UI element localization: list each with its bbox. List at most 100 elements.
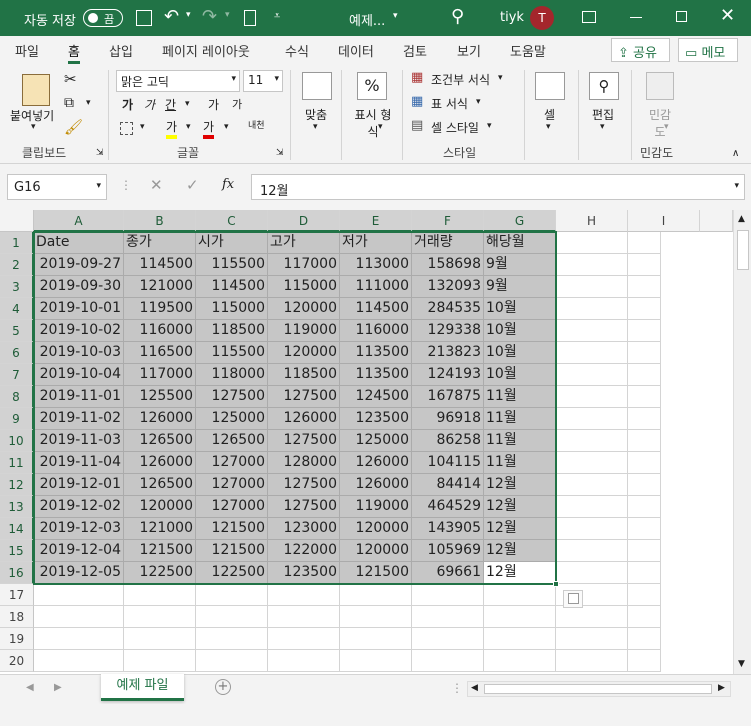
file-name[interactable]: 예제...	[349, 10, 385, 29]
table-cell[interactable]	[412, 606, 484, 628]
table-cell[interactable]: 121500	[196, 518, 268, 540]
tab-file[interactable]: 파일	[15, 41, 39, 60]
cells-icon[interactable]	[535, 72, 565, 100]
shrink-font-button[interactable]: 가	[232, 96, 242, 112]
avatar[interactable]: T	[530, 6, 554, 30]
font-color-button[interactable]: 가	[203, 118, 215, 139]
row-header[interactable]: 11	[0, 452, 34, 474]
font-name-select[interactable]: 맑은 고딕 ▾	[116, 70, 240, 92]
autosave-toggle[interactable]: 끔	[83, 9, 123, 27]
table-cell[interactable]: 84414	[412, 474, 484, 496]
table-cell[interactable]: 거래량	[412, 232, 484, 254]
save-icon[interactable]	[136, 10, 152, 26]
cut-icon[interactable]: ✂	[64, 70, 77, 88]
table-cell[interactable]: 2019-12-03	[34, 518, 124, 540]
table-cell[interactable]: 121500	[196, 540, 268, 562]
table-cell[interactable]: 115000	[196, 298, 268, 320]
tab-help[interactable]: 도움말	[510, 41, 546, 60]
table-cell[interactable]: 2019-11-02	[34, 408, 124, 430]
borders-icon[interactable]	[120, 122, 133, 135]
table-cell[interactable]: 167875	[412, 386, 484, 408]
row-header[interactable]: 4	[0, 298, 34, 320]
row-header[interactable]: 8	[0, 386, 34, 408]
table-cell[interactable]: 121500	[340, 562, 412, 584]
table-cell[interactable]: 117000	[124, 364, 196, 386]
fill-color-button[interactable]: 가	[166, 118, 178, 139]
table-cell[interactable]: 96918	[412, 408, 484, 430]
table-cell[interactable]	[628, 628, 661, 650]
table-cell[interactable]	[628, 474, 661, 496]
customize-qat-icon[interactable]: ⩡	[274, 9, 280, 23]
table-cell[interactable]	[556, 474, 628, 496]
table-cell[interactable]: 118500	[268, 364, 340, 386]
table-cell[interactable]: 121500	[124, 540, 196, 562]
table-cell[interactable]	[628, 342, 661, 364]
table-cell[interactable]: 117000	[268, 254, 340, 276]
column-header[interactable]	[700, 210, 733, 232]
table-cell[interactable]: 2019-12-05	[34, 562, 124, 584]
table-cell[interactable]: 123500	[268, 562, 340, 584]
table-cell[interactable]	[556, 650, 628, 672]
table-cell[interactable]	[556, 452, 628, 474]
table-cell[interactable]: 127500	[196, 386, 268, 408]
table-cell[interactable]: 132093	[412, 276, 484, 298]
row-header[interactable]: 15	[0, 540, 34, 562]
cell-style-button[interactable]: 셀 스타일	[431, 119, 479, 136]
sensitivity-button[interactable]: 민감도	[647, 106, 673, 140]
table-cell[interactable]: 127500	[268, 386, 340, 408]
table-cell[interactable]: 125000	[196, 408, 268, 430]
table-cell[interactable]	[268, 606, 340, 628]
table-cell[interactable]: 9월	[484, 276, 556, 298]
table-cell[interactable]	[556, 254, 628, 276]
table-cell[interactable]	[628, 408, 661, 430]
table-cell[interactable]: 120000	[340, 540, 412, 562]
table-cell[interactable]	[412, 628, 484, 650]
row-header[interactable]: 12	[0, 474, 34, 496]
table-cell[interactable]: 11월	[484, 386, 556, 408]
table-cell[interactable]: 11월	[484, 408, 556, 430]
clipboard-launcher-icon[interactable]: ⇲	[96, 148, 104, 158]
formula-input[interactable]: 12월 ▾	[251, 174, 745, 200]
scroll-left-icon[interactable]: ◀	[471, 683, 478, 693]
table-cell[interactable]: 116000	[340, 320, 412, 342]
column-header[interactable]: A	[34, 210, 124, 232]
copy-dropdown-icon[interactable]: ▾	[86, 98, 91, 108]
table-cell[interactable]: 2019-09-30	[34, 276, 124, 298]
table-cell[interactable]: 126500	[124, 430, 196, 452]
editing-button[interactable]: 편집	[592, 106, 614, 123]
table-cell[interactable]: 12월	[484, 518, 556, 540]
table-cell[interactable]	[34, 650, 124, 672]
table-cell[interactable]: 119000	[340, 496, 412, 518]
underline-dropdown-icon[interactable]: ▾	[185, 99, 190, 109]
table-cell[interactable]: 124193	[412, 364, 484, 386]
table-cell[interactable]	[196, 584, 268, 606]
table-cell[interactable]: 123000	[268, 518, 340, 540]
table-cell[interactable]: 126500	[124, 474, 196, 496]
table-cell[interactable]: 2019-12-02	[34, 496, 124, 518]
cell-style-icon[interactable]: ▤	[411, 118, 423, 133]
column-header[interactable]: G	[484, 210, 556, 232]
italic-button[interactable]: 가	[144, 96, 155, 113]
paste-icon[interactable]	[22, 74, 50, 106]
table-cell[interactable]	[628, 276, 661, 298]
number-format-button[interactable]: 표시 형식	[351, 106, 395, 140]
table-cell[interactable]: 해당월	[484, 232, 556, 254]
table-format-button[interactable]: 표 서식	[431, 95, 468, 112]
cell-style-dropdown-icon[interactable]: ▾	[487, 121, 492, 131]
table-cell[interactable]: 고가	[268, 232, 340, 254]
table-cell[interactable]	[556, 430, 628, 452]
vertical-scrollbar[interactable]: ▲ ▼	[733, 210, 751, 674]
add-sheet-icon[interactable]: +	[215, 679, 231, 695]
table-cell[interactable]	[628, 386, 661, 408]
table-cell[interactable]	[628, 650, 661, 672]
table-cell[interactable]	[556, 232, 628, 254]
number-format-dropdown-icon[interactable]: ▾	[378, 122, 383, 132]
table-cell[interactable]: 2019-09-27	[34, 254, 124, 276]
table-cell[interactable]	[124, 606, 196, 628]
table-cell[interactable]	[628, 452, 661, 474]
collapse-ribbon-icon[interactable]: ∧	[732, 148, 739, 159]
row-header[interactable]: 17	[0, 584, 34, 606]
table-cell[interactable]: 127500	[268, 496, 340, 518]
table-cell[interactable]	[556, 540, 628, 562]
tab-formulas[interactable]: 수식	[285, 41, 309, 60]
